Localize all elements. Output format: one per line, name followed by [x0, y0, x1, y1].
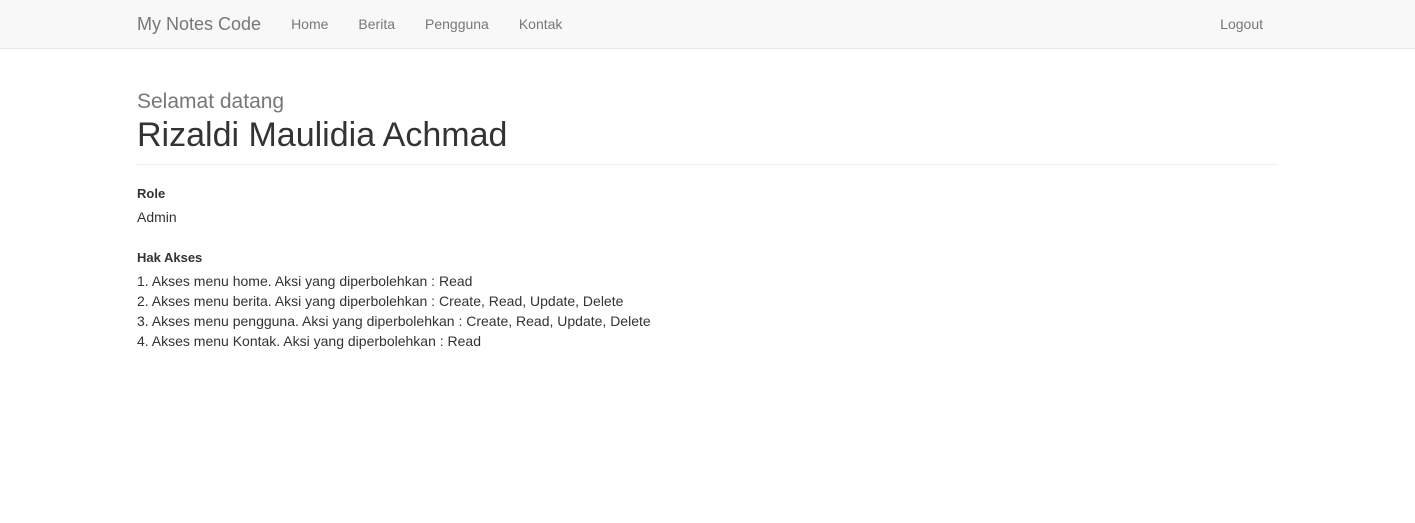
user-name: Rizaldi Maulidia Achmad: [137, 116, 508, 155]
role-section: Role Admin: [137, 185, 1278, 227]
page-title: Selamat datang Rizaldi Maulidia Achmad: [137, 89, 1278, 155]
role-label: Role: [137, 186, 166, 202]
nav-link-home[interactable]: Home: [276, 0, 343, 48]
navbar-brand[interactable]: My Notes Code: [137, 0, 276, 48]
nav-link-pengguna[interactable]: Pengguna: [410, 0, 504, 48]
nav-item-berita[interactable]: Berita: [343, 0, 410, 48]
navbar-container: My Notes Code Home Berita Pengguna Konta…: [137, 0, 1278, 48]
list-item: 2. Akses menu berita. Aksi yang diperbol…: [137, 293, 624, 310]
logout-link[interactable]: Logout: [1205, 0, 1278, 48]
access-rights-section: Hak Akses 1. Akses menu home. Aksi yang …: [137, 249, 1278, 351]
page-header: Selamat datang Rizaldi Maulidia Achmad: [137, 89, 1278, 166]
list-item: 3. Akses menu pengguna. Aksi yang diperb…: [137, 313, 651, 330]
nav-link-berita[interactable]: Berita: [343, 0, 410, 48]
nav-link-kontak[interactable]: Kontak: [504, 0, 578, 48]
main-container: Selamat datang Rizaldi Maulidia Achmad R…: [137, 89, 1278, 351]
nav-item-pengguna[interactable]: Pengguna: [410, 0, 504, 48]
list-item: 4. Akses menu Kontak. Aksi yang diperbol…: [137, 333, 481, 350]
welcome-text: Selamat datang: [137, 90, 285, 113]
access-rights-label: Hak Akses: [137, 250, 203, 266]
nav-item-logout[interactable]: Logout: [1205, 0, 1278, 48]
nav-item-home[interactable]: Home: [276, 0, 343, 48]
access-rights-list: 1. Akses menu home. Aksi yang diperboleh…: [137, 271, 1278, 351]
list-item: 1. Akses menu home. Aksi yang diperboleh…: [137, 273, 473, 290]
role-value: Admin: [137, 209, 177, 226]
navbar-nav: Home Berita Pengguna Kontak: [276, 0, 577, 48]
navbar-nav-right: Logout: [1205, 0, 1278, 48]
main-navbar: My Notes Code Home Berita Pengguna Konta…: [0, 0, 1415, 49]
nav-item-kontak[interactable]: Kontak: [504, 0, 578, 48]
